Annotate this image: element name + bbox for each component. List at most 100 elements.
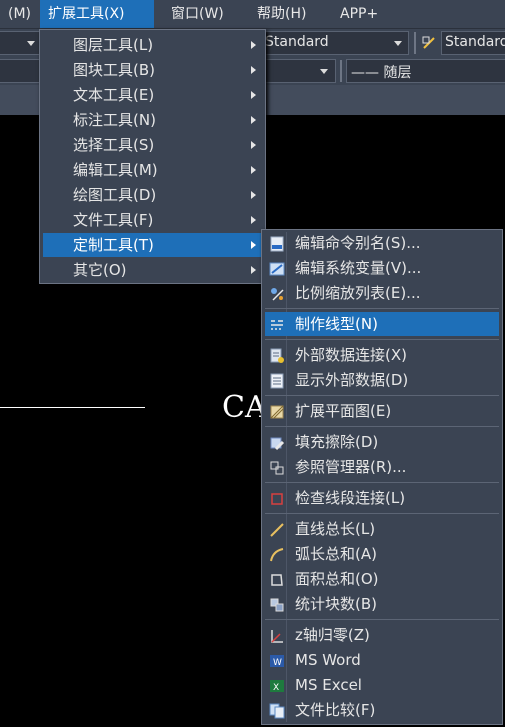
menu-item-line-total-length[interactable]: 直线总长(L) — [265, 517, 499, 541]
menu-item-other[interactable]: 其它(O) — [43, 258, 262, 282]
menu-item-label: 统计块数(B) — [295, 595, 377, 613]
menu-item-area-sum[interactable]: 面积总和(O) — [265, 567, 499, 591]
toolbar-separator — [414, 32, 416, 54]
menu-extension-tools[interactable]: 扩展工具(X) — [40, 0, 154, 28]
left-combo[interactable] — [0, 31, 40, 55]
system-variable-icon — [269, 260, 285, 276]
menu-item-file-compare[interactable]: 文件比较(F) — [265, 698, 499, 722]
chevron-right-icon — [251, 91, 256, 99]
menu-item-label: 编辑系统变量(V)... — [295, 259, 422, 277]
block-count-icon — [269, 596, 285, 612]
menu-item-label: z轴归零(Z) — [295, 626, 370, 644]
svg-text:W: W — [273, 658, 282, 668]
menu-app-plus[interactable]: APP+ — [332, 0, 386, 28]
text-style-combo[interactable]: Standard — [262, 31, 409, 55]
menu-item-edit-command-alias[interactable]: 编辑命令别名(S)... — [265, 231, 499, 255]
menu-item-label: 图层工具(L) — [73, 36, 154, 54]
menu-item-arc-length-sum[interactable]: 弧长总和(A) — [265, 542, 499, 566]
menu-item-label: 面积总和(O) — [295, 570, 379, 588]
menu-item-block-count[interactable]: 统计块数(B) — [265, 592, 499, 616]
menu-item-label: 图块工具(B) — [73, 61, 155, 79]
menu-item-select-tools[interactable]: 选择工具(S) — [43, 133, 262, 157]
menu-separator — [265, 619, 499, 620]
menu-item-label: 选择工具(S) — [73, 136, 155, 154]
menu-item-edit-system-variable[interactable]: 编辑系统变量(V)... — [265, 256, 499, 280]
menu-item-label: 文件比较(F) — [295, 701, 376, 719]
menu-item-text-tools[interactable]: 文本工具(E) — [43, 83, 262, 107]
menu-item-file-tools[interactable]: 文件工具(F) — [43, 208, 262, 232]
menu-item-ms-excel[interactable]: X MS Excel — [265, 673, 499, 697]
menu-item-label: 定制工具(T) — [73, 236, 154, 254]
menu-item-label: 弧长总和(A) — [295, 545, 377, 563]
arc-length-icon — [269, 546, 285, 562]
linetype-value: —— 随层 — [351, 65, 412, 81]
excel-icon: X — [269, 677, 285, 693]
menu-item-dimension-tools[interactable]: 标注工具(N) — [43, 108, 262, 132]
menu-item-external-data-link[interactable]: 外部数据连接(X) — [265, 343, 499, 367]
chevron-right-icon — [251, 41, 256, 49]
menu-item-custom-tools[interactable]: 定制工具(T) — [43, 233, 262, 257]
menu-item-make-linetype[interactable]: 制作线型(N) — [265, 312, 499, 336]
menu-item-label: 检查线段连接(L) — [295, 489, 406, 507]
color-combo[interactable] — [262, 59, 336, 83]
file-compare-icon — [269, 702, 285, 719]
menu-item-extend-plan[interactable]: 扩展平面图(E) — [265, 399, 499, 423]
menu-item-label: 标注工具(N) — [73, 111, 156, 129]
menu-separator — [265, 426, 499, 427]
menu-item-edit-tools[interactable]: 编辑工具(M) — [43, 158, 262, 182]
menu-item-block-tools[interactable]: 图块工具(B) — [43, 58, 262, 82]
chevron-right-icon — [251, 166, 256, 174]
z-axis-zero-icon — [269, 627, 285, 643]
menu-item-label: 编辑命令别名(S)... — [295, 234, 421, 252]
text-style-value: Standard — [265, 34, 329, 50]
dim-style-combo[interactable]: Standard — [441, 31, 505, 55]
menu-item-hatch-erase[interactable]: 填充擦除(D) — [265, 430, 499, 454]
menu-item-check-segment[interactable]: 检查线段连接(L) — [265, 486, 499, 510]
data-link-icon — [269, 347, 285, 363]
menu-item-label: 绘图工具(D) — [73, 186, 157, 204]
menu-item-reference-manager[interactable]: 参照管理器(R)... — [265, 455, 499, 479]
menu-help[interactable]: 帮助(H) — [249, 0, 314, 28]
menu-item-label: MS Word — [295, 651, 361, 669]
scale-list-icon — [269, 285, 285, 301]
menu-window[interactable]: 窗口(W) — [163, 0, 232, 28]
menu-item-label: 文本工具(E) — [73, 86, 155, 104]
chevron-right-icon — [251, 241, 256, 249]
chevron-right-icon — [251, 116, 256, 124]
chevron-right-icon — [251, 66, 256, 74]
linetype-combo[interactable]: —— 随层 — [346, 59, 505, 83]
drawing-text: CA — [222, 390, 267, 425]
menu-item-label: MS Excel — [295, 676, 362, 694]
extend-plan-icon — [269, 403, 285, 419]
dim-style-value: Standard — [445, 34, 505, 50]
reference-manager-icon — [269, 459, 285, 475]
menu-item-z-axis-zero[interactable]: z轴归零(Z) — [265, 623, 499, 647]
line-length-icon — [269, 521, 285, 537]
menu-separator — [265, 395, 499, 396]
pgp-file-icon — [269, 235, 285, 252]
custom-tools-submenu: 编辑命令别名(S)... 编辑系统变量(V)... 比例缩放列表(E)... 制… — [261, 229, 503, 725]
linetype-icon — [269, 316, 285, 332]
chevron-right-icon — [251, 266, 256, 274]
word-icon: W — [269, 652, 285, 668]
menu-item-label: 其它(O) — [73, 261, 127, 279]
menu-item-layer-tools[interactable]: 图层工具(L) — [43, 33, 262, 57]
drawing-line — [0, 407, 145, 408]
dim-style-icon[interactable] — [421, 35, 437, 51]
menu-item-scale-list[interactable]: 比例缩放列表(E)... — [265, 281, 499, 305]
external-data-icon — [269, 372, 285, 389]
layer-combo[interactable] — [0, 59, 40, 83]
svg-text:X: X — [273, 683, 279, 693]
menu-item-label: 文件工具(F) — [73, 211, 154, 229]
menu-item-label: 制作线型(N) — [295, 315, 378, 333]
chevron-right-icon — [251, 216, 256, 224]
chevron-down-icon — [394, 41, 402, 46]
menu-modify[interactable]: (M) — [0, 0, 39, 28]
extension-tools-menu: 图层工具(L) 图块工具(B) 文本工具(E) 标注工具(N) 选择工具(S) … — [39, 29, 266, 284]
menu-item-draw-tools[interactable]: 绘图工具(D) — [43, 183, 262, 207]
toolbar-separator — [340, 60, 342, 82]
menu-item-ms-word[interactable]: W MS Word — [265, 648, 499, 672]
menu-item-show-external-data[interactable]: 显示外部数据(D) — [265, 368, 499, 392]
check-segment-icon — [269, 490, 285, 506]
menu-bar: (M) 扩展工具(X) 窗口(W) 帮助(H) APP+ — [0, 0, 505, 29]
